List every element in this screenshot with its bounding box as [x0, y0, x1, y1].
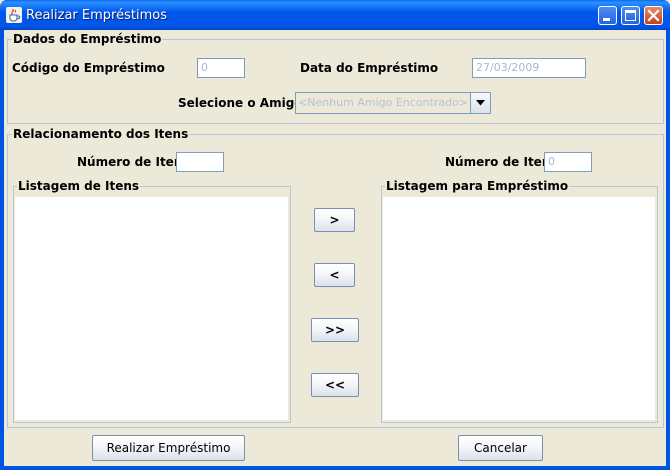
amigo-select-value: <Nenhum Amigo Encontrado> [298, 96, 469, 109]
cancelar-button[interactable]: Cancelar [458, 435, 543, 461]
window-title: Realizar Empréstimos [26, 8, 167, 23]
numero-itens-right-label: Número de Itens [445, 155, 558, 169]
maximize-icon [625, 10, 636, 21]
realizar-emprestimo-button[interactable]: Realizar Empréstimo [92, 435, 245, 461]
move-all-left-label: << [324, 378, 346, 392]
listagem-itens-list[interactable] [15, 197, 288, 420]
java-cup-icon [6, 7, 22, 23]
close-button[interactable] [644, 6, 663, 25]
move-left-label: < [329, 268, 340, 282]
application-window: Realizar Empréstimos Dados do Empréstimo… [0, 0, 670, 470]
selecione-amigo-label: Selecione o Amigo [178, 96, 303, 110]
title-bar[interactable]: Realizar Empréstimos [0, 0, 670, 30]
amigo-dropdown-button[interactable] [470, 93, 490, 113]
maximize-button[interactable] [621, 6, 640, 25]
listagem-itens-legend: Listagem de Itens [17, 179, 141, 193]
numero-itens-right-field[interactable]: 0 [544, 152, 592, 172]
cancelar-label: Cancelar [474, 441, 527, 455]
move-all-left-button[interactable]: << [311, 373, 359, 397]
realizar-emprestimo-label: Realizar Empréstimo [106, 441, 231, 455]
move-left-button[interactable]: < [314, 263, 355, 287]
dados-emprestimo-legend: Dados do Empréstimo [12, 32, 163, 46]
minimize-icon [603, 18, 610, 21]
data-emprestimo-label: Data do Empréstimo [300, 61, 439, 75]
numero-itens-left-field[interactable] [176, 152, 224, 172]
data-emprestimo-field[interactable]: 27/03/2009 [472, 58, 586, 78]
minimize-button[interactable] [598, 6, 617, 25]
chevron-down-icon [476, 100, 485, 106]
codigo-emprestimo-field[interactable]: 0 [197, 58, 245, 78]
move-all-right-label: >> [324, 323, 346, 337]
move-right-button[interactable]: > [314, 208, 355, 232]
relacionamento-itens-legend: Relacionamento dos Itens [12, 127, 190, 141]
move-right-label: > [329, 213, 340, 227]
move-all-right-button[interactable]: >> [311, 318, 359, 342]
listagem-emprestimo-list[interactable] [383, 197, 655, 420]
numero-itens-left-label: Número de Itens [77, 155, 190, 169]
amigo-select[interactable]: <Nenhum Amigo Encontrado> [295, 92, 491, 114]
window-content: Dados do Empréstimo Código do Empréstimo… [4, 30, 666, 466]
codigo-emprestimo-label: Código do Empréstimo [12, 61, 165, 75]
listagem-emprestimo-legend: Listagem para Empréstimo [385, 179, 570, 193]
close-icon [647, 9, 660, 22]
